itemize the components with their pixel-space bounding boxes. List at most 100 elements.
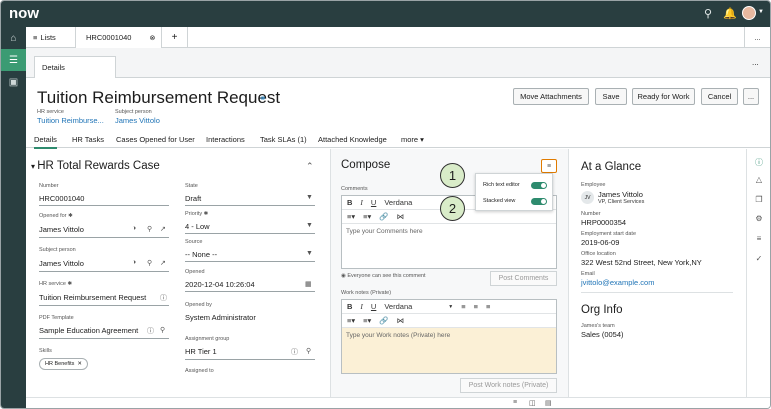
italic-button[interactable]: I [360,198,363,207]
tab-record[interactable]: HRC0001040 ⊗ [76,27,162,48]
priority-select[interactable]: 4 - Low [185,222,210,231]
tab-task-slas[interactable]: Task SLAs (1) [260,135,307,144]
case-heading[interactable]: ▾ HR Total Rewards Case [31,160,160,172]
chevron-down-icon[interactable]: ▼ [306,194,313,201]
align-right-icon[interactable]: ≡ [486,302,490,311]
search-icon[interactable]: ⚲ [160,326,165,334]
subject-person-field[interactable]: James Vittolo [39,259,84,268]
comments-textarea[interactable]: Type your Comments here [342,224,556,268]
font-select[interactable]: Verdana [384,198,412,207]
align-left-icon[interactable]: ≡ [461,302,465,311]
opened-for-field[interactable]: James Vittolo [39,225,84,234]
bold-button[interactable]: B [347,302,352,311]
chevron-down-icon[interactable]: ▼ [306,222,313,229]
calendar-icon[interactable]: ▦ [305,280,312,288]
stacked-layout-icon[interactable]: ≡ [513,399,517,406]
move-attachments-button[interactable]: Move Attachments [513,88,589,105]
user-avatar[interactable] [742,6,756,20]
servicenow-logo[interactable]: now [9,5,39,22]
agent-assist-icon[interactable]: ⚙ [747,214,770,223]
documents-icon[interactable]: ❐ [747,195,770,204]
close-icon[interactable]: ✕ [77,361,82,367]
add-tab-button[interactable]: + [162,27,188,48]
chevron-down-icon[interactable]: ▼ [448,304,453,310]
employee-name[interactable]: James Vittolo [598,190,643,199]
link-icon[interactable]: 🔗 [379,212,388,221]
tab-attached-knowledge[interactable]: Attached Knowledge [318,135,387,144]
ready-for-work-button[interactable]: Ready for Work [632,88,695,105]
italic-button[interactable]: I [360,302,363,311]
bell-icon[interactable]: 🔔 [723,7,737,20]
collapse-icon[interactable]: ⌃ [306,161,314,172]
search-icon[interactable]: ⚲ [147,225,152,233]
chevron-down-icon[interactable]: ▼ [758,9,764,15]
post-work-notes-button[interactable]: Post Work notes (Private) [460,378,557,393]
tab-interactions[interactable]: Interactions [206,135,245,144]
assignment-group-label: Assignment group [185,336,230,342]
post-comments-button[interactable]: Post Comments [490,271,557,286]
opened-by-field[interactable]: System Administrator [185,313,256,322]
panel-layout-icon[interactable]: ▤ [545,399,552,407]
align-center-icon[interactable]: ≡ [474,302,478,311]
bold-button[interactable]: B [347,198,352,207]
info-icon[interactable]: ⓘ [291,347,298,357]
link-icon[interactable]: 🔗 [379,316,388,325]
tab-details-page[interactable]: Details [34,56,116,78]
font-select[interactable]: Verdana [384,302,412,311]
underline-button[interactable]: U [371,198,376,207]
tab-cases-opened-for-user[interactable]: Cases Opened for User [116,135,195,144]
close-icon[interactable]: ⊗ [149,34,155,42]
unlink-icon[interactable]: ⋈ [397,316,405,325]
lock-icon[interactable]: ◑ [132,225,136,232]
email-link[interactable]: jvittolo@example.com [581,278,654,287]
two-column-layout-icon[interactable]: ◫ [529,399,536,407]
tabs-more-button[interactable]: ... [744,27,770,48]
search-icon[interactable]: ⚲ [704,7,712,20]
info-icon[interactable]: ⓘ [147,326,154,336]
tab-hr-tasks[interactable]: HR Tasks [72,135,104,144]
lock-icon[interactable]: ◑ [132,259,136,266]
list-icon[interactable]: ≡ [747,234,770,243]
bullet-list-icon[interactable]: ≡▾ [347,316,355,325]
actions-more-button[interactable]: ... [743,88,759,105]
numbered-list-icon[interactable]: ≡▾ [363,316,371,325]
info-icon[interactable]: ⓘ [160,293,167,303]
hr-service-field[interactable]: Tuition Reimbursement Request [39,293,146,302]
assignment-group-field[interactable]: HR Tier 1 [185,347,217,356]
check-icon[interactable]: ✓ [747,254,770,263]
tab-lists[interactable]: ≡ Lists [26,27,76,48]
save-button[interactable]: Save [595,88,627,105]
graduation-cap-icon[interactable]: △ [747,175,770,184]
open-record-icon[interactable]: ↗ [160,225,166,233]
employee-avatar[interactable]: JV [581,191,594,204]
subtab-more-button[interactable]: ... [752,58,759,67]
bullet-list-icon[interactable]: ≡▾ [347,212,355,221]
open-record-icon[interactable]: ↗ [160,259,166,267]
compose-settings-icon[interactable]: ≡ [541,159,557,173]
list-icon[interactable]: ☰ [1,49,26,71]
tab-more[interactable]: more ▾ [401,135,424,144]
state-select[interactable]: Draft [185,194,201,203]
stacked-view-toggle[interactable] [531,198,547,205]
hr-service-link[interactable]: Tuition Reimburse... [37,116,104,125]
unlink-icon[interactable]: ⋈ [397,212,405,221]
underline-button[interactable]: U [371,302,376,311]
inbox-icon[interactable]: ▣ [1,71,26,93]
work-notes-textarea[interactable]: Type your Work notes (Private) here [342,328,556,373]
subject-person-link[interactable]: James Vittolo [115,116,160,125]
work-notes-editor[interactable]: B I U Verdana ▼ ≡ ≡ ≡ ≡▾ ≡▾ 🔗 ⋈ Type you… [341,299,557,374]
home-icon[interactable]: ⌂ [1,27,26,49]
opened-field[interactable]: 2020-12-04 10:26:04 [185,280,255,289]
search-icon[interactable]: ⚲ [306,347,311,355]
numbered-list-icon[interactable]: ≡▾ [363,212,371,221]
chevron-down-icon[interactable]: ▼ [306,250,313,257]
cancel-button[interactable]: Cancel [701,88,738,105]
tab-details[interactable]: Details [34,135,57,149]
skill-chip[interactable]: HR Benefits ✕ [39,358,88,370]
source-select[interactable]: -- None -- [185,250,217,259]
info-icon[interactable]: ⓘ [747,157,770,168]
pdf-template-field[interactable]: Sample Education Agreement [39,326,138,335]
rich-text-editor-toggle[interactable] [531,182,547,189]
search-icon[interactable]: ⚲ [147,259,152,267]
tag-icon[interactable]: ⚭ [259,93,267,104]
